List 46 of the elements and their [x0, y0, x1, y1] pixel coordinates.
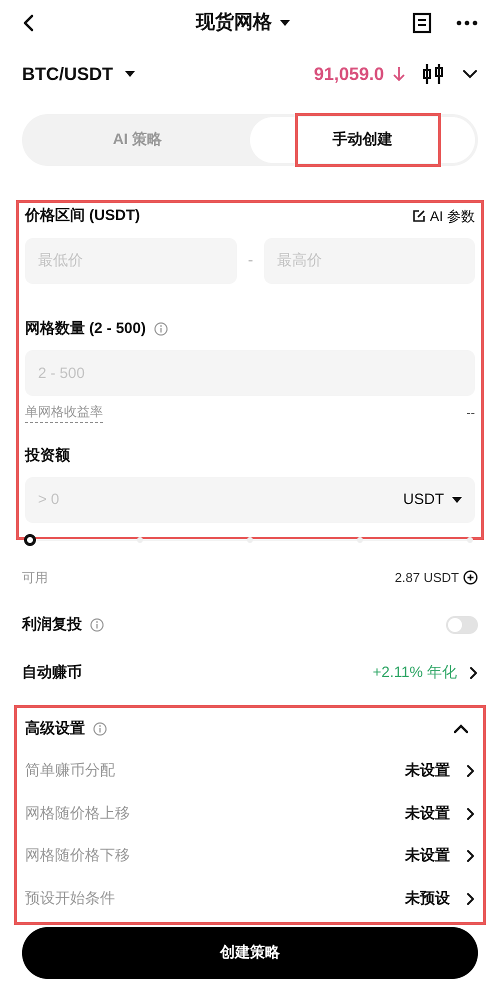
ai-params-link[interactable]: AI 参数 — [430, 206, 475, 227]
grid-yield-value: -- — [466, 404, 475, 422]
page-title[interactable]: 现货网格 — [196, 8, 272, 38]
pair-symbol[interactable]: BTC/USDT — [22, 60, 113, 88]
back-icon[interactable] — [22, 14, 34, 32]
chevron-right-icon — [466, 849, 475, 864]
last-price: 91,059.0 — [314, 62, 384, 86]
profit-reinvest-toggle[interactable] — [446, 616, 478, 634]
advanced-setting-label: 预设开始条件 — [25, 888, 115, 908]
setting-label: 利润复投 — [22, 614, 82, 634]
chevron-right-icon — [469, 666, 478, 680]
info-icon[interactable] — [90, 618, 104, 632]
create-strategy-button[interactable]: 创建策略 — [22, 927, 478, 979]
advanced-setting-value[interactable]: 未设置 — [405, 845, 450, 868]
advanced-setting-label: 简单赚币分配 — [25, 761, 115, 781]
advanced-setting-label: 网格随价格上移 — [25, 804, 130, 824]
slider-thumb[interactable] — [24, 534, 36, 546]
section-label: 投资额 — [25, 446, 71, 466]
section-label: 网格数量 (2 - 500) — [25, 318, 146, 338]
range-separator: - — [246, 250, 254, 270]
chevron-right-icon — [466, 764, 475, 778]
section-label: 价格区间 (USDT) — [25, 206, 140, 226]
info-icon[interactable] — [154, 322, 168, 336]
caret-icon — [280, 20, 290, 26]
arrow-down-icon — [392, 65, 406, 83]
caret-icon — [125, 71, 135, 77]
setting-label: 自动赚币 — [22, 663, 82, 683]
advanced-settings-title[interactable]: 高级设置 — [25, 718, 85, 740]
edit-icon[interactable] — [412, 209, 426, 224]
chevron-down-icon[interactable] — [462, 69, 478, 79]
add-icon[interactable] — [463, 570, 478, 586]
advanced-setting-value[interactable]: 未预设 — [405, 888, 450, 910]
chevron-right-icon — [466, 806, 475, 821]
info-icon[interactable] — [93, 722, 107, 736]
more-icon[interactable] — [456, 20, 478, 26]
caret-icon — [452, 497, 462, 503]
available-balance: 2.87 USDT — [394, 569, 459, 587]
currency-selector[interactable]: USDT — [403, 488, 444, 512]
advanced-setting-value[interactable]: 未设置 — [405, 802, 450, 825]
document-icon[interactable] — [412, 12, 432, 34]
advanced-setting-value[interactable]: 未设置 — [405, 760, 450, 782]
chevron-right-icon — [466, 892, 475, 906]
advanced-setting-label: 网格随价格下移 — [25, 846, 130, 866]
chevron-up-icon[interactable] — [453, 724, 469, 734]
available-label: 可用 — [22, 569, 48, 587]
candlestick-icon[interactable] — [422, 62, 444, 86]
